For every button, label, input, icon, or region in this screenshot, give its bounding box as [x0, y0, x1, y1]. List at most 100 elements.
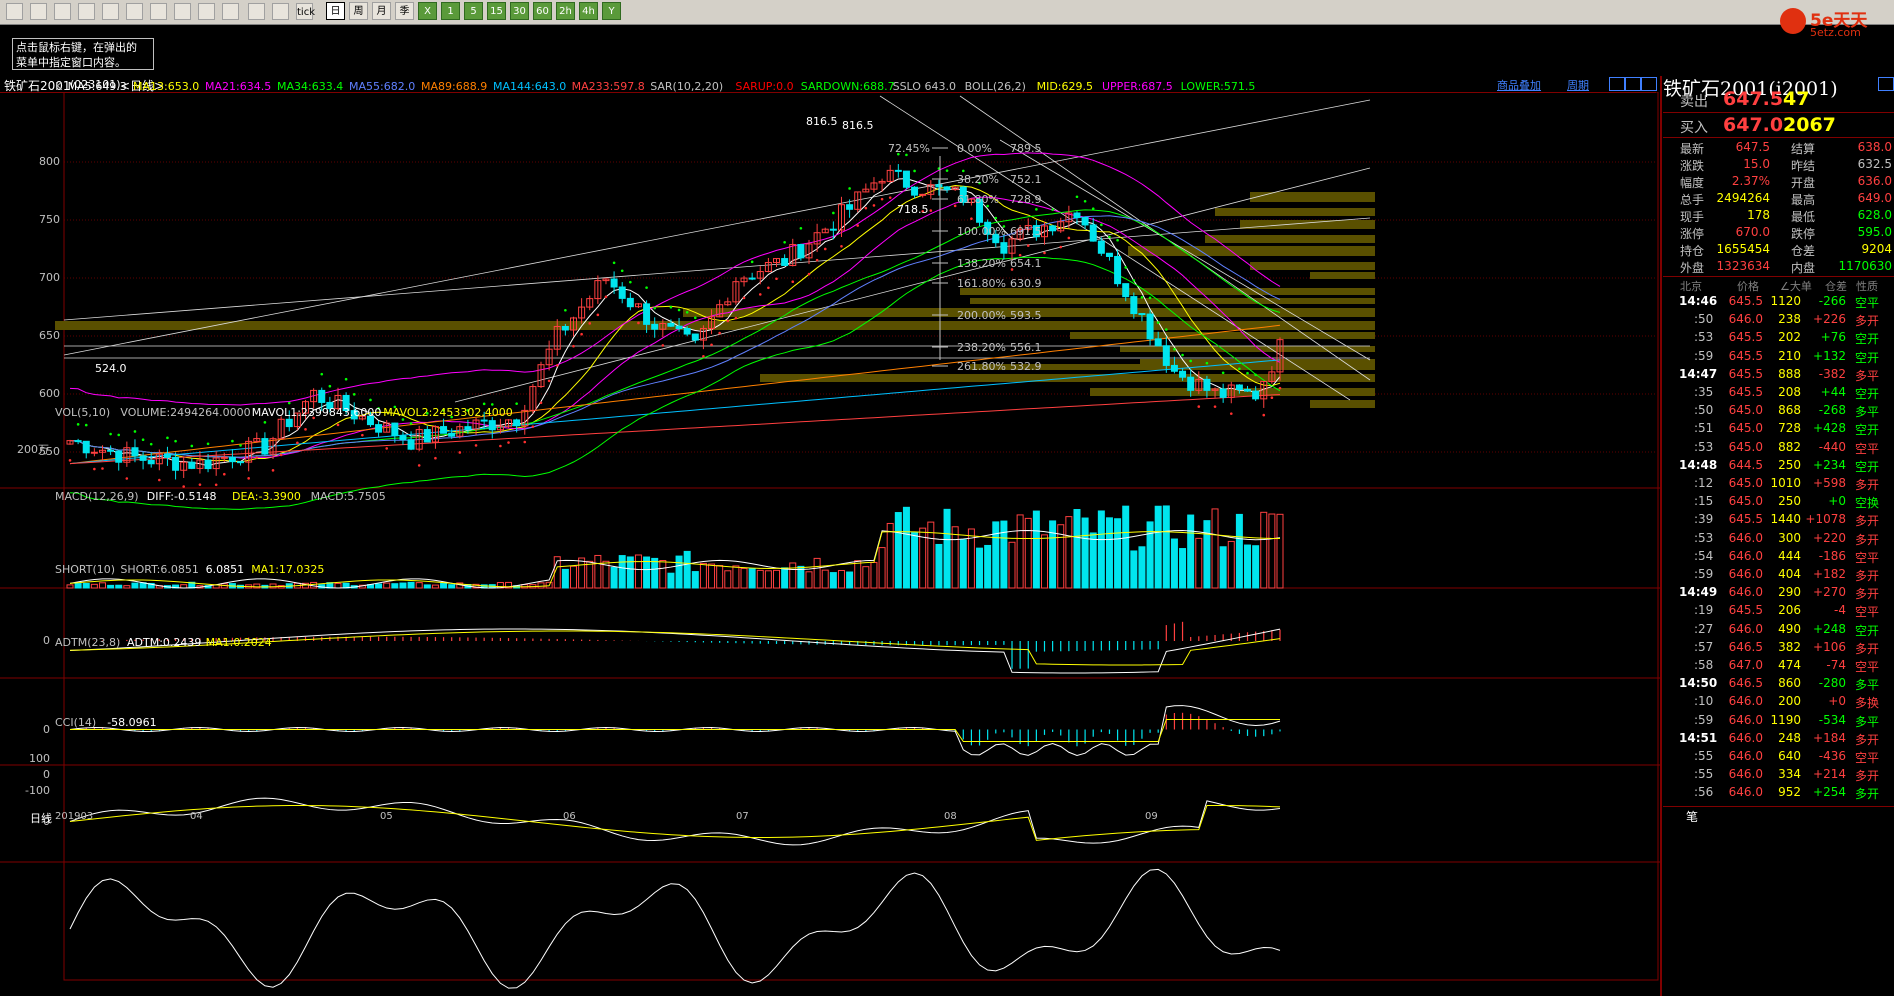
sar-dot: [190, 444, 194, 448]
zoom-in-icon[interactable]: [102, 3, 119, 20]
period-X[interactable]: X: [418, 2, 437, 20]
tick-icon[interactable]: tick: [296, 3, 315, 20]
sar-dot: [214, 483, 218, 487]
tick-nature: 多平: [1855, 405, 1880, 420]
tick-price: 645.5: [1728, 330, 1763, 345]
tick-time: 14:46: [1679, 294, 1718, 308]
volume-bar: [870, 561, 878, 589]
candle-body: [1203, 378, 1211, 391]
quote-key: 幅度: [1680, 176, 1705, 190]
sar-dot: [1278, 386, 1282, 390]
volume-bar: [1089, 532, 1097, 589]
window-icon[interactable]: [150, 3, 167, 20]
sar-dot: [1075, 195, 1079, 199]
sar-dot: [1100, 223, 1103, 227]
sar-dot: [93, 467, 96, 471]
tick-diff: +44: [1820, 385, 1846, 399]
zoom-out-icon[interactable]: [126, 3, 143, 20]
period-2h[interactable]: 2h: [556, 2, 575, 20]
sar-dot: [637, 321, 640, 325]
filter-icon[interactable]: [198, 3, 215, 20]
restore-icon[interactable]: [1625, 77, 1641, 91]
grid-icon[interactable]: [222, 3, 239, 20]
list-icon[interactable]: [248, 3, 265, 20]
chart-icon[interactable]: [272, 3, 289, 20]
folder-icon[interactable]: [30, 3, 47, 20]
overlay-commodity-link[interactable]: 商品叠加: [1497, 77, 1541, 93]
period-日[interactable]: 日: [326, 2, 345, 20]
period-Y[interactable]: Y: [602, 2, 621, 20]
tick-diff: +248: [1813, 621, 1846, 636]
kline-chart-area[interactable]: [0, 92, 1660, 996]
tick-time: 14:49: [1679, 585, 1718, 600]
period-1[interactable]: 1: [441, 2, 460, 20]
volume-bar: [1000, 520, 1008, 589]
period-月[interactable]: 月: [372, 2, 391, 20]
period-5[interactable]: 5: [464, 2, 483, 20]
sar-dot: [426, 412, 429, 415]
sar-dot: [409, 422, 413, 425]
maximize-icon[interactable]: [1641, 77, 1657, 91]
news-icon[interactable]: [54, 3, 71, 20]
volume-bar: [634, 554, 642, 589]
candle-body: [407, 439, 415, 450]
tick-diff: +234: [1813, 457, 1846, 472]
tick-price: 645.5: [1728, 603, 1763, 618]
volume-bar: [829, 572, 837, 589]
layout-icon[interactable]: [1609, 77, 1625, 91]
tick-diff: +0: [1828, 494, 1846, 509]
sar-dot: [661, 344, 665, 347]
quote-key-2: 内盘: [1791, 261, 1816, 275]
sar-dot: [1083, 199, 1087, 203]
period-周[interactable]: 周: [349, 2, 368, 20]
tick-diff: -382: [1818, 366, 1846, 381]
period-link[interactable]: 周期: [1567, 77, 1589, 93]
period-30[interactable]: 30: [510, 2, 529, 20]
sar-dot: [872, 204, 876, 207]
sar-dot: [767, 286, 770, 290]
tick-volume: 300: [1778, 530, 1801, 545]
tick-nature: 多开: [1855, 532, 1880, 547]
refresh-icon[interactable]: [78, 3, 95, 20]
quote-value-2: 628.0: [1857, 208, 1892, 222]
volume-bar: [813, 557, 821, 589]
sar-dot: [344, 377, 348, 381]
tick-price: 646.0: [1728, 548, 1763, 563]
sar-dot: [539, 401, 543, 405]
volume-bar: [1219, 546, 1227, 589]
candle-body: [829, 228, 837, 231]
home-icon[interactable]: [6, 3, 23, 20]
sar-dot: [1132, 279, 1136, 282]
candle-body: [139, 455, 147, 461]
period-60[interactable]: 60: [533, 2, 552, 20]
period-15[interactable]: 15: [487, 2, 506, 20]
tick-volume: 1010: [1770, 476, 1801, 490]
volume-bar: [1122, 505, 1130, 589]
period-4h[interactable]: 4h: [579, 2, 598, 20]
quote-expand-icon[interactable]: [1878, 77, 1894, 91]
pen-icon[interactable]: [174, 3, 191, 20]
sar-dot: [1051, 208, 1054, 211]
period-季[interactable]: 季: [395, 2, 414, 20]
sar-dot: [287, 401, 291, 405]
tick-price: 646.5: [1728, 676, 1763, 691]
tab-ticks[interactable]: 笔: [1686, 808, 1698, 825]
sar-dot: [815, 258, 819, 262]
sar-dot: [231, 439, 234, 443]
volume-bar: [724, 570, 732, 589]
candle-body: [651, 323, 659, 330]
candle-body: [683, 328, 691, 335]
sar-dot: [807, 272, 811, 276]
volume-bar: [1244, 544, 1252, 589]
tick-time: :53: [1694, 439, 1714, 454]
quote-key: 外盘: [1680, 261, 1705, 275]
sar-dot: [1108, 235, 1111, 239]
sar-dot: [547, 379, 551, 383]
volume-bar: [935, 543, 943, 589]
volume-bar: [789, 562, 797, 589]
candle-body: [448, 432, 456, 437]
sar-dot: [555, 364, 559, 367]
sar-dot: [970, 217, 973, 220]
sar-dot: [734, 316, 738, 320]
tick-nature: 空平: [1855, 441, 1880, 456]
